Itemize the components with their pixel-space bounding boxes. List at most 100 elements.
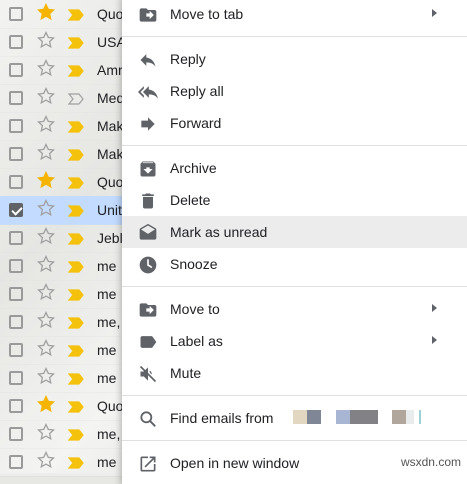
important-marker-icon[interactable] (67, 260, 84, 273)
row-checkbox[interactable] (9, 343, 23, 357)
important-marker-icon[interactable] (67, 288, 84, 301)
row-checkbox[interactable] (9, 315, 23, 329)
important-marker-icon[interactable] (67, 8, 84, 21)
row-checkbox[interactable] (9, 63, 23, 77)
star-icon[interactable] (37, 142, 55, 161)
star-icon[interactable] (37, 30, 55, 49)
menu-divider (122, 286, 467, 287)
star-icon[interactable] (37, 338, 55, 357)
clock-icon (138, 255, 158, 275)
menu-divider (122, 395, 467, 396)
move-to-folder-icon (138, 300, 158, 320)
row-checkbox[interactable] (9, 147, 23, 161)
row-checkbox[interactable] (9, 455, 23, 469)
row-checkbox[interactable] (9, 35, 23, 49)
star-icon[interactable] (37, 198, 55, 217)
important-marker-icon[interactable] (67, 148, 84, 161)
email-sender: me (97, 454, 117, 470)
email-sender: Med (97, 90, 123, 106)
email-sender: USA (97, 34, 123, 50)
row-checkbox[interactable] (9, 119, 23, 133)
menu-item-move-to[interactable]: Move to (122, 293, 467, 325)
trash-icon (138, 191, 158, 211)
menu-item-forward[interactable]: Forward (122, 107, 467, 139)
reply-all-icon (138, 82, 158, 102)
star-icon[interactable] (37, 226, 55, 245)
star-icon[interactable] (37, 114, 55, 133)
menu-item-mark-as-unread[interactable]: Mark as unread (122, 216, 467, 248)
menu-item-archive[interactable]: Archive (122, 152, 467, 184)
menu-item-mute[interactable]: Mute (122, 357, 467, 389)
submenu-arrow-icon (432, 9, 437, 17)
important-marker-icon[interactable] (67, 204, 84, 217)
menu-label: Delete (170, 192, 211, 208)
row-checkbox[interactable] (9, 91, 23, 105)
email-sender: me (97, 342, 117, 358)
email-sender: Jebl (97, 230, 123, 246)
row-checkbox[interactable] (9, 259, 23, 273)
star-icon[interactable] (37, 2, 55, 21)
mute-icon (138, 364, 158, 384)
row-checkbox[interactable] (9, 231, 23, 245)
row-checkbox[interactable] (9, 203, 23, 217)
email-sender: Mak (97, 118, 123, 134)
watermark: wsxdn.com (400, 455, 461, 469)
row-checkbox[interactable] (9, 7, 23, 21)
star-icon[interactable] (37, 366, 55, 385)
menu-label: Archive (170, 160, 217, 176)
email-sender: me (97, 370, 117, 386)
menu-item-delete[interactable]: Delete (122, 184, 467, 216)
star-icon[interactable] (37, 422, 55, 441)
row-checkbox[interactable] (9, 371, 23, 385)
email-sender: Quo (97, 398, 123, 414)
important-marker-icon[interactable] (67, 400, 84, 413)
important-marker-icon[interactable] (67, 232, 84, 245)
reply-icon (138, 50, 158, 70)
important-marker-icon[interactable] (67, 92, 84, 105)
context-menu: Move to tab Reply Reply all Forward Arch… (122, 0, 467, 484)
menu-item-reply-all[interactable]: Reply all (122, 75, 467, 107)
mark-unread-icon (138, 223, 158, 243)
menu-item-move-to-tab[interactable]: Move to tab (122, 0, 467, 30)
row-checkbox[interactable] (9, 287, 23, 301)
important-marker-icon[interactable] (67, 120, 84, 133)
important-marker-icon[interactable] (67, 344, 84, 357)
row-checkbox[interactable] (9, 399, 23, 413)
important-marker-icon[interactable] (67, 456, 84, 469)
menu-divider (122, 145, 467, 146)
important-marker-icon[interactable] (67, 428, 84, 441)
menu-label: Label as (170, 333, 223, 349)
row-checkbox[interactable] (9, 175, 23, 189)
star-icon[interactable] (37, 394, 55, 413)
menu-label: Mute (170, 365, 202, 381)
email-sender: me, (97, 314, 121, 330)
menu-label: Reply all (170, 83, 224, 99)
star-icon[interactable] (37, 450, 55, 469)
important-marker-icon[interactable] (67, 176, 84, 189)
menu-item-label-as[interactable]: Label as (122, 325, 467, 357)
email-sender: me (97, 286, 117, 302)
star-icon[interactable] (37, 86, 55, 105)
email-sender: Amr (97, 62, 123, 78)
important-marker-icon[interactable] (67, 64, 84, 77)
star-icon[interactable] (37, 282, 55, 301)
menu-item-reply[interactable]: Reply (122, 43, 467, 75)
menu-label: Open in new window (170, 455, 300, 471)
row-checkbox[interactable] (9, 427, 23, 441)
important-marker-icon[interactable] (67, 316, 84, 329)
star-icon[interactable] (37, 58, 55, 77)
submenu-arrow-icon (432, 336, 437, 344)
star-icon[interactable] (37, 254, 55, 273)
menu-divider (122, 440, 467, 441)
archive-icon (138, 159, 158, 179)
star-icon[interactable] (37, 310, 55, 329)
email-sender: Quo (97, 174, 123, 190)
move-to-inbox-icon (138, 5, 158, 25)
important-marker-icon[interactable] (67, 36, 84, 49)
email-sender: me, (97, 426, 121, 442)
important-marker-icon[interactable] (67, 372, 84, 385)
star-icon[interactable] (37, 170, 55, 189)
menu-divider (122, 36, 467, 37)
menu-label: Reply (170, 51, 206, 67)
menu-item-snooze[interactable]: Snooze (122, 248, 467, 280)
